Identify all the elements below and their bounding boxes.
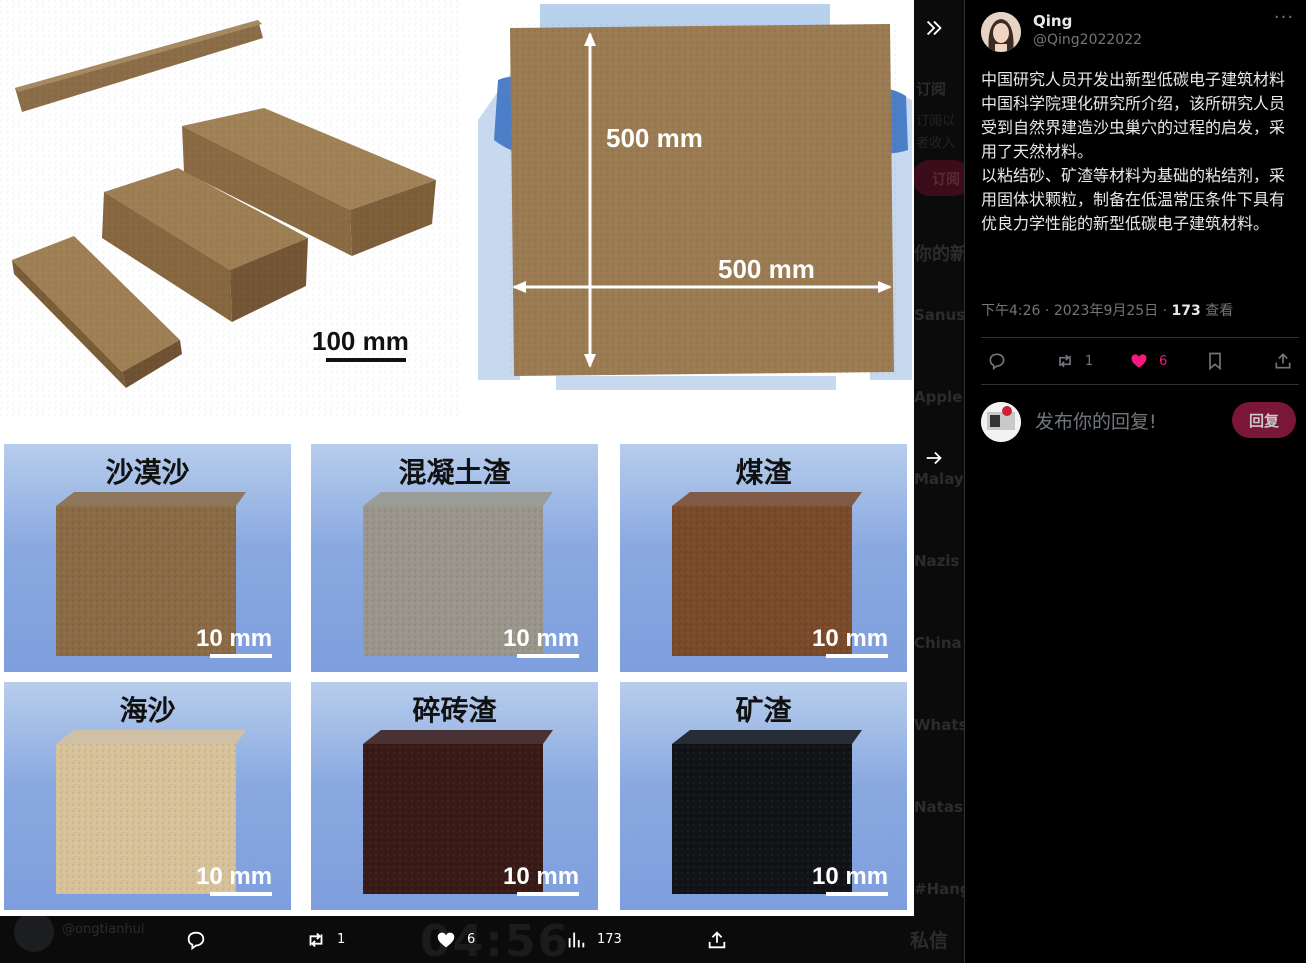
sample-cube-top [56,492,246,506]
tweet-paragraph: 以粘结砂、矿渣等材料为基础的粘结剂，采用固体状颗粒，制备在低温常压条件下具有优良… [981,166,1286,233]
tweet-views-label: 查看 [1205,303,1234,319]
sample-cell: 煤渣 10 mm [620,444,907,672]
reply-button[interactable] [987,350,1007,372]
background-trend: Natash [914,798,964,816]
media-views-button[interactable]: 173 [565,916,622,963]
panel-width-label: 500 mm [718,254,815,284]
media-retweet-button[interactable]: 1 [305,916,345,963]
sample-label: 沙漠沙 [105,456,189,489]
retweet-icon [309,932,323,947]
tweet-meta: 下午4:26 · 2023年9月25日 · 173 查看 [981,303,1234,319]
media-views-count: 173 [597,932,622,947]
sample-label: 混凝土渣 [398,456,511,489]
panel-height-label: 500 mm [606,123,703,153]
arrow-right-icon [926,451,942,465]
bar-chart-icon [568,932,585,947]
bookmark-icon [1209,352,1221,371]
sample-scale-bar [517,892,579,896]
retweet-icon [1059,354,1071,368]
small-bricks-scale-label: 100 mm [312,326,409,356]
tweet-view-count: 173 [1171,303,1201,319]
background-trend: Sanusi [914,306,964,324]
media-like-button[interactable]: 6 [435,916,475,963]
sample-label: 碎砖渣 [412,694,497,727]
share-icon [1275,353,1291,369]
sample-cell: 沙漠沙 10 mm [4,444,291,672]
author-name[interactable]: Qing [1033,12,1072,30]
collapse-panel-button[interactable] [916,10,952,46]
background-word: 订阅 [916,80,947,98]
sample-scale-bar [826,654,888,658]
retweet-count: 1 [1085,353,1094,369]
sample-scale-bar [826,892,888,896]
sample-scale-bar [210,892,272,896]
sample-grid: 沙漠沙10 mm混凝土渣10 mm煤渣10 mm海沙10 mm碎砖渣10 mm矿… [4,444,907,910]
heart-filled-icon [1131,354,1147,368]
media-reply-button[interactable] [185,916,207,963]
sample-label: 矿渣 [735,694,792,727]
sample-scale-label: 10 mm [503,625,579,652]
share-button[interactable] [1273,350,1293,372]
background-trend: Apple [914,388,963,406]
sample-cell: 碎砖渣 10 mm [311,682,598,910]
tweet-paragraph: 中国科学院理化研究所介绍，该所研究人员受到自然界建造沙虫巢穴的过程的启发，采用了… [981,94,1286,161]
heart-icon [437,932,455,947]
like-count: 6 [1159,353,1168,369]
reply-icon [989,353,1005,371]
sample-cell: 混凝土渣 10 mm [311,444,598,672]
panel-photo [478,4,912,390]
author-avatar[interactable] [981,12,1021,52]
background-word: 者收入 [916,136,956,151]
sample-label: 海沙 [119,694,175,727]
bookmark-button[interactable] [1205,350,1225,372]
sample-scale-label: 10 mm [812,863,888,890]
sample-scale-label: 10 mm [196,863,272,890]
like-button[interactable]: 6 [1129,350,1167,372]
sample-cube-top [363,492,553,506]
current-user-avatar[interactable] [981,402,1021,442]
background-trend: China [914,634,962,652]
tweet-text: 中国研究人员开发出新型低碳电子建筑材料 中国科学院理化研究所介绍，该所研究人员受… [981,68,1295,236]
sample-cube-top [672,730,862,744]
tweet-action-bar: 1 6 [965,338,1306,384]
media-like-count: 6 [467,932,476,947]
background-subscribe-pill: 订阅 [912,160,964,196]
sample-scale-bar [210,654,272,658]
background-word: 订阅以 [916,114,956,129]
share-icon [708,930,726,948]
tweet-time[interactable]: 下午4:26 [981,303,1040,319]
tweet-paragraph: 中国研究人员开发出新型低碳电子建筑材料 [981,70,1286,89]
background-trend: #Hang [914,880,964,898]
divider [981,384,1299,385]
media-toolbar: 1 6 173 [0,916,964,963]
sample-cell: 海沙 10 mm [4,682,291,910]
tweet-date[interactable]: 2023年9月25日 [1054,303,1158,319]
double-chevron-right-icon [926,20,942,36]
media-image: 100 mm 500 mm 500 mm 沙漠沙 10 mm 混凝土渣 10 mm 煤渣… [0,0,914,916]
more-options-icon[interactable]: ··· [1272,9,1296,32]
sample-label: 煤渣 [735,456,792,489]
reply-input[interactable]: 发布你的回复! [1035,407,1157,434]
sample-cube-top [363,730,553,744]
sample-scale-label: 10 mm [196,625,272,652]
tweet-panel: Qing @Qing2022022 ··· 中国研究人员开发出新型低碳电子建筑材… [964,0,1306,963]
sample-cube-top [672,492,862,506]
reply-icon [187,931,205,950]
bricks-photo [0,0,460,420]
retweet-button[interactable]: 1 [1055,350,1093,372]
media-share-button[interactable] [706,916,728,963]
sample-scale-label: 10 mm [503,863,579,890]
next-media-button[interactable] [916,440,952,476]
background-word: 你的新 [914,244,964,265]
sample-scale-bar [517,654,579,658]
reply-submit-button[interactable]: 回复 [1232,402,1296,438]
media-retweet-count: 1 [337,932,346,947]
background-trend: Nazis [914,552,960,570]
sample-scale-label: 10 mm [812,625,888,652]
sample-cube-top [56,730,246,744]
sample-cell: 矿渣 10 mm [620,682,907,910]
background-trend: Whats [914,716,964,734]
author-handle[interactable]: @Qing2022022 [1033,32,1142,48]
